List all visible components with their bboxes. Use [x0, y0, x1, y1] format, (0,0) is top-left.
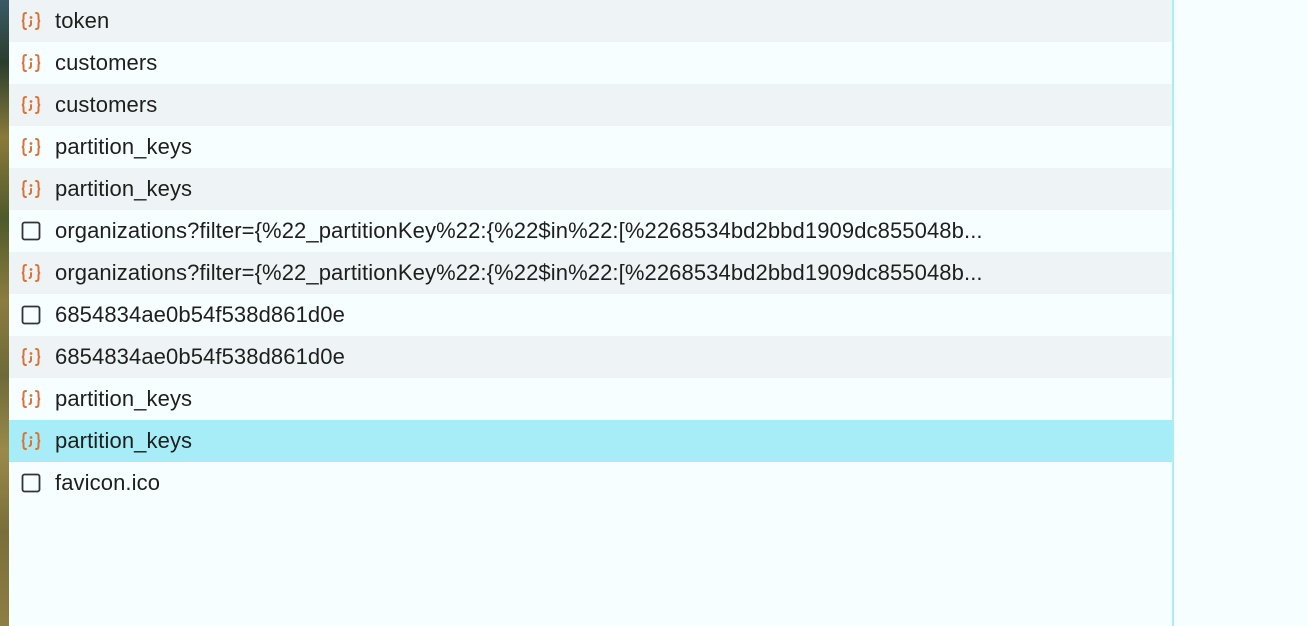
desktop-background-strip — [0, 0, 9, 626]
request-name: partition_keys — [55, 428, 193, 453]
json-braces-icon — [19, 9, 43, 33]
document-icon — [19, 471, 43, 495]
request-name: organizations?filter={%22_partitionKey%2… — [55, 260, 983, 285]
json-braces-icon — [19, 51, 43, 75]
request-name: customers — [55, 92, 158, 117]
document-icon — [19, 219, 43, 243]
json-braces-icon — [19, 345, 43, 369]
request-name: favicon.ico — [55, 470, 161, 495]
request-name: partition_keys — [55, 134, 193, 159]
request-name: customers — [55, 50, 158, 75]
request-row[interactable]: customers — [9, 84, 1172, 126]
request-row[interactable]: customers — [9, 42, 1172, 84]
request-row[interactable]: token — [9, 0, 1172, 42]
json-braces-icon — [19, 177, 43, 201]
json-braces-icon — [19, 387, 43, 411]
network-request-list[interactable]: token customers customers partition_keys… — [9, 0, 1172, 626]
detail-pane — [1174, 0, 1308, 626]
request-row[interactable]: 6854834ae0b54f538d861d0e — [9, 294, 1172, 336]
request-row[interactable]: favicon.ico — [9, 462, 1172, 504]
request-row[interactable]: partition_keys — [9, 378, 1172, 420]
request-name: 6854834ae0b54f538d861d0e — [55, 344, 345, 369]
json-braces-icon — [19, 135, 43, 159]
document-icon — [19, 303, 43, 327]
request-row[interactable]: organizations?filter={%22_partitionKey%2… — [9, 210, 1172, 252]
request-name: 6854834ae0b54f538d861d0e — [55, 302, 345, 327]
request-name: partition_keys — [55, 386, 193, 411]
request-name: organizations?filter={%22_partitionKey%2… — [55, 218, 983, 243]
json-braces-icon — [19, 261, 43, 285]
json-braces-icon — [19, 93, 43, 117]
json-braces-icon — [19, 429, 43, 453]
request-name: token — [55, 8, 110, 33]
request-row[interactable]: partition_keys — [9, 168, 1172, 210]
request-row-selected[interactable]: partition_keys — [9, 420, 1172, 462]
request-row[interactable]: partition_keys — [9, 126, 1172, 168]
request-row[interactable]: 6854834ae0b54f538d861d0e — [9, 336, 1172, 378]
request-name: partition_keys — [55, 176, 193, 201]
request-row[interactable]: organizations?filter={%22_partitionKey%2… — [9, 252, 1172, 294]
